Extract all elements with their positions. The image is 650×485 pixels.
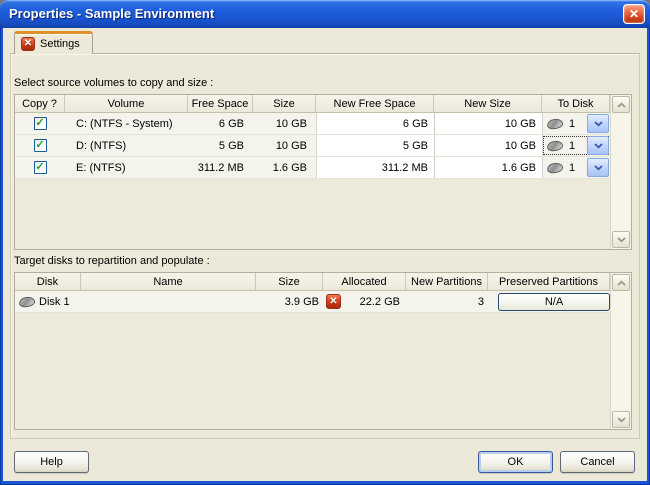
volume-cell: C: (NTFS - System): [65, 113, 188, 134]
scroll-up-button[interactable]: [612, 274, 630, 291]
new-partitions-cell: 3: [406, 291, 488, 312]
source-row-c[interactable]: ✓ C: (NTFS - System) 6 GB 10 GB 6 GB 10 …: [15, 113, 610, 135]
new-size-field-e[interactable]: 1.6 GB: [434, 157, 542, 178]
preserved-partitions-button[interactable]: N/A: [498, 293, 610, 311]
to-disk-cell-c: 1: [542, 113, 610, 134]
col-header-new-free-space: New Free Space: [316, 95, 434, 112]
source-table-header: Copy ? Volume Free Space Size New Free S…: [15, 95, 610, 113]
size-cell: 1.6 GB: [253, 157, 316, 178]
chevron-down-icon: [594, 121, 603, 127]
scroll-down-button[interactable]: [612, 411, 630, 428]
chevron-down-icon: [617, 237, 626, 243]
col-header-allocated: Allocated: [323, 273, 406, 290]
error-icon: ✕: [326, 294, 341, 309]
preserved-partitions-cell: N/A: [488, 291, 610, 312]
copy-cell: ✓: [15, 135, 65, 156]
source-table-scrollbar[interactable]: [610, 95, 631, 249]
target-row-disk1[interactable]: Disk 1 3.9 GB ✕ 22.2 GB 3 N/A: [15, 291, 610, 313]
chevron-down-icon: [594, 165, 603, 171]
scroll-up-button[interactable]: [612, 96, 630, 113]
allocated-value: 22.2 GB: [360, 296, 400, 308]
target-table-scrollbar[interactable]: [610, 273, 631, 429]
size-cell: 10 GB: [253, 135, 316, 156]
name-cell: [81, 291, 256, 312]
target-table-header: Disk Name Size Allocated New Partitions …: [15, 273, 610, 291]
scroll-down-button[interactable]: [612, 231, 630, 248]
close-icon: ✕: [629, 7, 639, 21]
source-volumes-table: Copy ? Volume Free Space Size New Free S…: [14, 94, 632, 250]
source-table-content: Copy ? Volume Free Space Size New Free S…: [15, 95, 610, 249]
source-section-label: Select source volumes to copy and size :: [14, 77, 213, 90]
col-header-volume: Volume: [65, 95, 188, 112]
copy-cell: ✓: [15, 113, 65, 134]
col-header-preserved-partitions: Preserved Partitions: [488, 273, 610, 290]
col-header-size: Size: [256, 273, 323, 290]
col-header-to-disk: To Disk: [542, 95, 610, 112]
check-icon: ✓: [35, 162, 44, 173]
col-header-name: Name: [81, 273, 256, 290]
source-row-e[interactable]: ✓ E: (NTFS) 311.2 MB 1.6 GB 311.2 MB 1.6…: [15, 157, 610, 179]
to-disk-value: 1: [567, 118, 575, 130]
disk-icon: [18, 295, 35, 308]
new-size-field-d[interactable]: 10 GB: [434, 135, 542, 156]
window-title: Properties - Sample Environment: [9, 6, 214, 21]
volume-cell: E: (NTFS): [65, 157, 188, 178]
copy-checkbox-e[interactable]: ✓: [34, 161, 47, 174]
to-disk-cell-e: 1: [542, 157, 610, 178]
source-row-d[interactable]: ✓ D: (NTFS) 5 GB 10 GB 5 GB 10 GB 1: [15, 135, 610, 157]
error-x-glyph: ✕: [329, 297, 337, 307]
free-space-cell: 311.2 MB: [188, 157, 253, 178]
free-space-cell: 5 GB: [188, 135, 253, 156]
col-header-new-partitions: New Partitions: [406, 273, 488, 290]
to-disk-dropdown-d[interactable]: [587, 136, 609, 155]
new-free-space-field-c[interactable]: 6 GB: [316, 113, 434, 134]
allocated-cell: ✕ 22.2 GB: [323, 291, 406, 312]
target-section-label: Target disks to repartition and populate…: [14, 255, 210, 268]
check-icon: ✓: [35, 140, 44, 151]
tab-settings[interactable]: ✕ Settings: [14, 31, 93, 54]
chevron-down-icon: [617, 417, 626, 423]
col-header-free-space: Free Space: [188, 95, 253, 112]
disk-cell: Disk 1: [15, 291, 81, 312]
col-header-new-size: New Size: [434, 95, 542, 112]
dialog-body: ✕ Settings Select source volumes to copy…: [3, 28, 647, 481]
close-button[interactable]: ✕: [623, 4, 645, 24]
to-disk-dropdown-e[interactable]: [587, 158, 609, 177]
to-disk-cell-d: 1: [542, 135, 610, 156]
check-icon: ✓: [35, 118, 44, 129]
disk-icon: [546, 117, 563, 130]
titlebar[interactable]: Properties - Sample Environment ✕: [0, 0, 650, 28]
disk-icon: [546, 139, 563, 152]
cancel-button[interactable]: Cancel: [560, 451, 635, 473]
help-button[interactable]: Help: [14, 451, 89, 473]
size-cell: 10 GB: [253, 113, 316, 134]
tab-label: Settings: [40, 38, 80, 50]
disk-label: Disk 1: [39, 296, 70, 308]
target-table-content: Disk Name Size Allocated New Partitions …: [15, 273, 610, 429]
tab-red-x-icon: ✕: [21, 37, 35, 51]
chevron-up-icon: [617, 280, 626, 286]
col-header-disk: Disk: [15, 273, 81, 290]
new-free-space-field-d[interactable]: 5 GB: [316, 135, 434, 156]
tab-x-glyph: ✕: [24, 39, 32, 49]
disk-icon: [546, 161, 563, 174]
copy-checkbox-d[interactable]: ✓: [34, 139, 47, 152]
to-disk-value: 1: [567, 140, 575, 152]
properties-dialog: Properties - Sample Environment ✕ ✕ Sett…: [0, 0, 650, 485]
target-disks-table: Disk Name Size Allocated New Partitions …: [14, 272, 632, 430]
volume-cell: D: (NTFS): [65, 135, 188, 156]
new-free-space-field-e[interactable]: 311.2 MB: [316, 157, 434, 178]
new-size-field-c[interactable]: 10 GB: [434, 113, 542, 134]
col-header-copy: Copy ?: [15, 95, 65, 112]
chevron-down-icon: [594, 143, 603, 149]
to-disk-value: 1: [567, 162, 575, 174]
size-cell: 3.9 GB: [256, 291, 323, 312]
to-disk-dropdown-c[interactable]: [587, 114, 609, 133]
free-space-cell: 6 GB: [188, 113, 253, 134]
chevron-up-icon: [617, 102, 626, 108]
copy-cell: ✓: [15, 157, 65, 178]
copy-checkbox-c[interactable]: ✓: [34, 117, 47, 130]
col-header-size: Size: [253, 95, 316, 112]
ok-button[interactable]: OK: [478, 451, 553, 473]
